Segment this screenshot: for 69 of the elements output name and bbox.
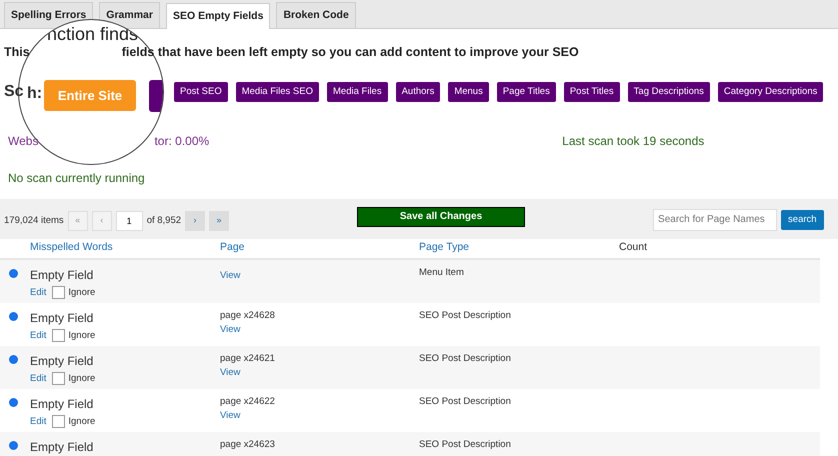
edit-link[interactable]: Edit	[30, 328, 46, 343]
page-type-text: SEO Post Description	[419, 310, 511, 321]
scan-status-text: No scan currently running	[7, 170, 145, 187]
word-text: Empty Field	[30, 310, 94, 327]
status-dot	[9, 440, 18, 450]
status-dot	[9, 354, 18, 364]
page-type-text: SEO Post Description	[419, 438, 511, 450]
word-text: Empty Field	[30, 352, 94, 370]
page-input[interactable]: 1	[116, 210, 143, 231]
page-text: page x24622	[220, 394, 276, 409]
scan-button[interactable]: Media Files	[327, 82, 388, 102]
scan-button[interactable]: Category Descriptions	[718, 82, 824, 102]
scan-button[interactable]: Menus	[448, 82, 489, 102]
column-header: Count	[619, 241, 648, 254]
tab[interactable]: Grammar	[99, 2, 160, 28]
view-link[interactable]: View	[220, 409, 240, 424]
search-field[interactable]: Search for Page Names	[653, 208, 778, 231]
page-text: page x24623	[220, 438, 276, 452]
page-text: page x24628	[220, 308, 276, 323]
stat-text: tor: 0.00%	[154, 132, 210, 150]
scan-button[interactable]: Authors	[396, 82, 440, 102]
status-dot	[9, 268, 18, 278]
last-scan-text: Last scan took 19 seconds	[562, 132, 704, 150]
ignore-label: Ignore	[68, 328, 96, 343]
page-type-text: Menu Item	[419, 266, 464, 278]
word-text: Empty Field	[30, 438, 94, 456]
ignore-label: Ignore	[68, 372, 96, 386]
page-text: page x24621	[220, 352, 276, 366]
scan-button[interactable]: Post SEO	[174, 82, 228, 102]
magnified-label: h:	[27, 84, 42, 104]
tab[interactable]: Broken Code	[276, 2, 356, 28]
item-count: 179,024 items	[4, 214, 64, 228]
description-text: This	[4, 44, 30, 61]
column-header[interactable]: Page	[220, 241, 245, 254]
ignore-checkbox[interactable]	[52, 372, 66, 386]
next-page-button[interactable]: ›	[185, 210, 206, 231]
page-count: of 8,952	[146, 214, 182, 228]
status-dot	[9, 398, 18, 407]
edit-link[interactable]: Edit	[30, 372, 46, 386]
word-text: Empty Field	[30, 396, 94, 413]
ignore-label: Ignore	[68, 286, 96, 300]
ignore-checkbox[interactable]	[52, 286, 66, 300]
view-link[interactable]: View	[220, 323, 240, 338]
scan-button[interactable]: Media Files SEO	[236, 82, 319, 102]
search-button[interactable]: search	[781, 210, 824, 230]
ignore-checkbox[interactable]	[52, 329, 66, 342]
edit-link[interactable]: Edit	[30, 414, 46, 429]
column-header[interactable]: Misspelled Words	[30, 241, 113, 254]
tab[interactable]: SEO Empty Fields	[166, 3, 270, 29]
magnified-button[interactable]	[149, 80, 163, 112]
column-header[interactable]: Page Type	[419, 241, 470, 254]
save-button[interactable]: Save all Changes	[357, 206, 526, 227]
last-page-button[interactable]: »	[209, 210, 230, 231]
edit-link[interactable]: Edit	[30, 286, 46, 300]
view-link[interactable]: View	[220, 268, 240, 283]
word-text: Empty Field	[30, 266, 94, 284]
previous-page-button[interactable]: ‹	[92, 210, 112, 231]
page-type-text: SEO Post Description	[419, 352, 511, 364]
scan-button[interactable]: Page Titles	[496, 82, 556, 102]
first-page-button[interactable]: «	[68, 210, 88, 231]
page-type-text: SEO Post Description	[419, 396, 511, 407]
stat-text: Webs	[8, 132, 38, 150]
ignore-label: Ignore	[68, 414, 96, 429]
tab[interactable]: Spelling Errors	[4, 2, 94, 28]
scan-button[interactable]: Post Titles	[564, 82, 620, 102]
ignore-checkbox[interactable]	[52, 415, 66, 428]
view-link[interactable]: View	[220, 366, 240, 380]
status-dot	[9, 312, 18, 321]
scan-button[interactable]: Tag Descriptions	[628, 82, 710, 102]
